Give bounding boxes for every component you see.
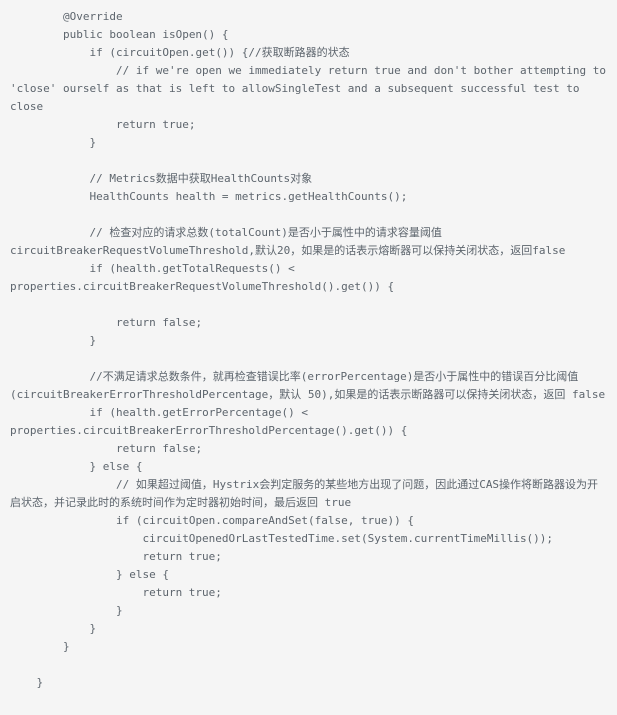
code-line: } (10, 640, 70, 653)
code-block: @Override public boolean isOpen() { if (… (0, 0, 617, 715)
code-line: } (10, 334, 97, 347)
code-line: return true; (10, 586, 222, 599)
code-line: public boolean isOpen() { (10, 28, 229, 41)
code-line: return false; (10, 442, 203, 455)
code-line: if (circuitOpen.compareAndSet(false, tru… (10, 514, 414, 527)
code-line: // 检查对应的请求总数(totalCount)是否小于属性中的请求容量阈值ci… (10, 226, 566, 257)
code-line: } (10, 136, 97, 149)
code-line: } (10, 622, 97, 635)
code-line: if (health.getTotalRequests() < properti… (10, 262, 395, 293)
code-line: @Override (10, 10, 123, 23)
code-line: circuitOpenedOrLastTestedTime.set(System… (10, 532, 554, 545)
code-line: return false; (10, 316, 203, 329)
code-line: // if we're open we immediately return t… (10, 64, 613, 113)
code-line: } (10, 676, 44, 689)
code-line: // Metrics数据中获取HealthCounts对象 (10, 172, 313, 185)
code-line: } else { (10, 460, 143, 473)
code-line: return true; (10, 550, 222, 563)
code-line: if (circuitOpen.get()) {//获取断路器的状态 (10, 46, 350, 59)
code-line: if (health.getErrorPercentage() < proper… (10, 406, 408, 437)
code-line: // 如果超过阈值，Hystrix会判定服务的某些地方出现了问题，因此通过CAS… (10, 478, 599, 509)
code-line: } else { (10, 568, 169, 581)
code-line: HealthCounts health = metrics.getHealthC… (10, 190, 408, 203)
code-line: } (10, 604, 123, 617)
code-line: //不满足请求总数条件，就再检查错误比率(errorPercentage)是否小… (10, 370, 606, 401)
code-line: return true; (10, 118, 196, 131)
